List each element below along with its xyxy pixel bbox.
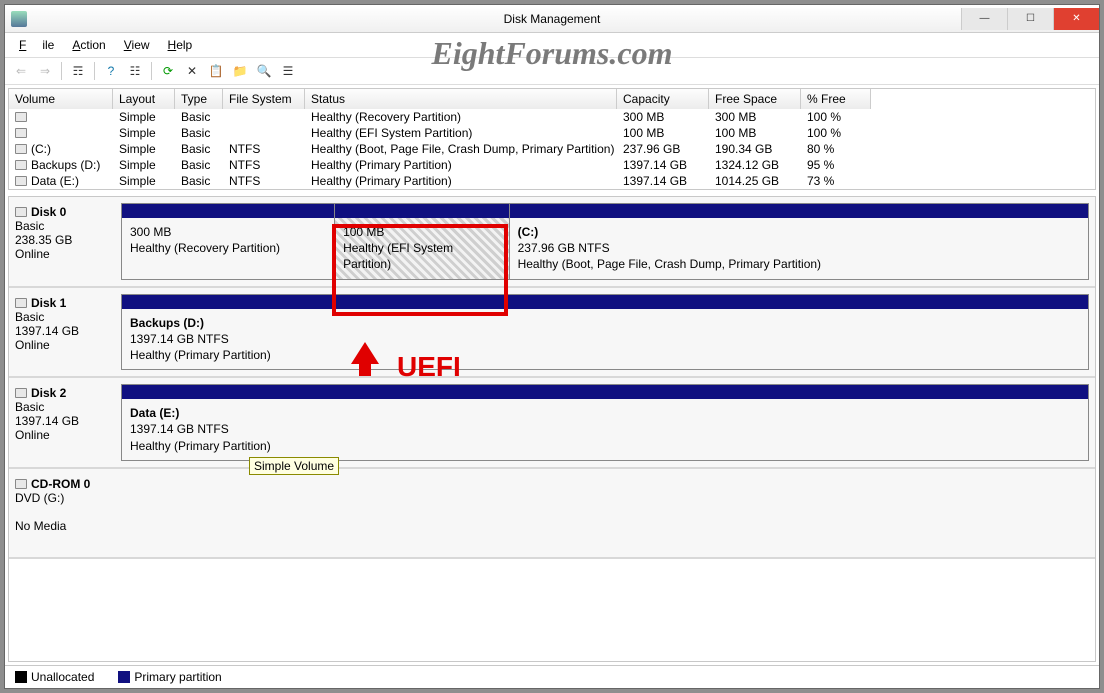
forward-icon[interactable]: ⇒ bbox=[35, 61, 55, 81]
list-icon[interactable]: ☰ bbox=[278, 61, 298, 81]
partition[interactable]: Data (E:)1397.14 GB NTFSHealthy (Primary… bbox=[122, 385, 1088, 460]
partition[interactable]: 100 MBHealthy (EFI System Partition) bbox=[335, 204, 510, 279]
refresh-icon[interactable]: ⟳ bbox=[158, 61, 178, 81]
disk-icon bbox=[15, 479, 27, 489]
disk-icon bbox=[15, 298, 27, 308]
delete-icon[interactable]: ✕ bbox=[182, 61, 202, 81]
volume-icon bbox=[15, 128, 27, 138]
explore-icon[interactable]: 🔍 bbox=[254, 61, 274, 81]
volume-icon bbox=[15, 160, 27, 170]
col-layout[interactable]: Layout bbox=[113, 89, 175, 109]
tooltip-simple-volume: Simple Volume bbox=[249, 457, 339, 475]
disk-row: Disk 2Basic1397.14 GBOnlineData (E:)1397… bbox=[9, 378, 1095, 469]
table-row[interactable]: SimpleBasicHealthy (Recovery Partition)3… bbox=[9, 109, 1095, 125]
disk-info[interactable]: Disk 1Basic1397.14 GBOnline bbox=[15, 294, 115, 371]
col-freespace[interactable]: Free Space bbox=[709, 89, 801, 109]
legend: Unallocated Primary partition bbox=[5, 665, 1099, 688]
partition[interactable]: 300 MBHealthy (Recovery Partition) bbox=[122, 204, 335, 279]
col-status[interactable]: Status bbox=[305, 89, 617, 109]
window-title: Disk Management bbox=[5, 12, 1099, 26]
app-icon bbox=[11, 11, 27, 27]
disk-icon bbox=[15, 388, 27, 398]
col-pctfree[interactable]: % Free bbox=[801, 89, 871, 109]
table-row[interactable]: Backups (D:)SimpleBasicNTFSHealthy (Prim… bbox=[9, 157, 1095, 173]
col-filesystem[interactable]: File System bbox=[223, 89, 305, 109]
up-icon[interactable]: ☶ bbox=[68, 61, 88, 81]
disk-info[interactable]: Disk 2Basic1397.14 GBOnline bbox=[15, 384, 115, 461]
open-icon[interactable]: 📁 bbox=[230, 61, 250, 81]
uefi-arrow-icon bbox=[351, 342, 379, 364]
menubar: File Action View Help bbox=[5, 33, 1099, 58]
disk-graphical-view: Disk 0Basic238.35 GBOnline300 MBHealthy … bbox=[8, 196, 1096, 662]
maximize-button[interactable]: ☐ bbox=[1007, 8, 1053, 30]
table-row[interactable]: SimpleBasicHealthy (EFI System Partition… bbox=[9, 125, 1095, 141]
legend-primary: Primary partition bbox=[118, 670, 221, 684]
toolbar: ⇐ ⇒ ☶ ? ☷ ⟳ ✕ 📋 📁 🔍 ☰ bbox=[5, 58, 1099, 85]
close-button[interactable]: ✕ bbox=[1053, 8, 1099, 30]
volume-icon bbox=[15, 144, 27, 154]
titlebar: Disk Management — ☐ ✕ bbox=[5, 5, 1099, 33]
partition[interactable]: (C:)237.96 GB NTFSHealthy (Boot, Page Fi… bbox=[510, 204, 1088, 279]
col-capacity[interactable]: Capacity bbox=[617, 89, 709, 109]
disk-icon bbox=[15, 207, 27, 217]
volume-icon bbox=[15, 176, 27, 186]
legend-unallocated: Unallocated bbox=[15, 670, 94, 684]
disk-info[interactable]: CD-ROM 0DVD (G:)No Media bbox=[15, 475, 115, 551]
create-icon[interactable]: 📋 bbox=[206, 61, 226, 81]
tree-icon[interactable]: ☷ bbox=[125, 61, 145, 81]
properties-icon[interactable]: ? bbox=[101, 61, 121, 81]
minimize-button[interactable]: — bbox=[961, 8, 1007, 30]
menu-help[interactable]: Help bbox=[160, 36, 201, 54]
menu-action[interactable]: Action bbox=[64, 36, 113, 54]
volume-icon bbox=[15, 112, 27, 122]
col-type[interactable]: Type bbox=[175, 89, 223, 109]
volume-list: Volume Layout Type File System Status Ca… bbox=[8, 88, 1096, 190]
table-row[interactable]: Data (E:)SimpleBasicNTFSHealthy (Primary… bbox=[9, 173, 1095, 189]
menu-file[interactable]: File bbox=[11, 36, 62, 54]
menu-view[interactable]: View bbox=[116, 36, 158, 54]
disk-row: Disk 0Basic238.35 GBOnline300 MBHealthy … bbox=[9, 197, 1095, 288]
disk-row: Disk 1Basic1397.14 GBOnlineBackups (D:)1… bbox=[9, 288, 1095, 379]
partition[interactable]: Backups (D:)1397.14 GB NTFSHealthy (Prim… bbox=[122, 295, 1088, 370]
table-row[interactable]: (C:)SimpleBasicNTFSHealthy (Boot, Page F… bbox=[9, 141, 1095, 157]
disk-row: CD-ROM 0DVD (G:)No Media bbox=[9, 469, 1095, 559]
back-icon[interactable]: ⇐ bbox=[11, 61, 31, 81]
col-volume[interactable]: Volume bbox=[9, 89, 113, 109]
disk-info[interactable]: Disk 0Basic238.35 GBOnline bbox=[15, 203, 115, 280]
column-headers[interactable]: Volume Layout Type File System Status Ca… bbox=[9, 89, 1095, 109]
